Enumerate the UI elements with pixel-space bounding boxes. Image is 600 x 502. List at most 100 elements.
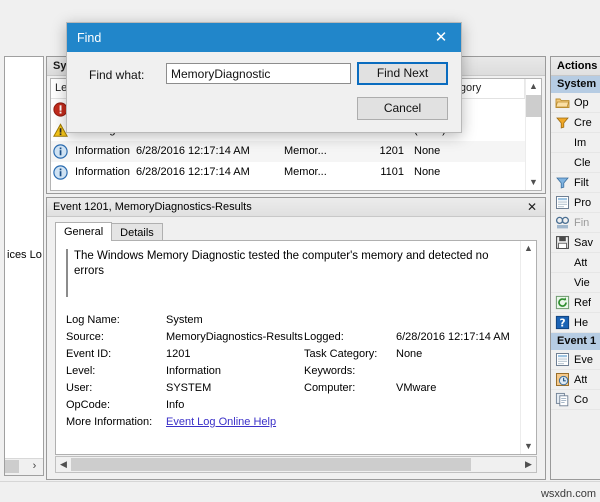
property-row: More Information: Event Log Online Help <box>66 413 510 430</box>
event-list-scrollbar-thumb[interactable] <box>526 95 541 117</box>
event-properties-grid: Log Name: System Source: MemoryDiagnosti… <box>66 311 512 430</box>
chevron-left-icon[interactable]: ◀ <box>56 457 71 472</box>
tree-horizontal-scrollbar[interactable]: › <box>5 458 43 475</box>
label-log-name: Log Name: <box>66 311 166 328</box>
cell-event-id: 1201 <box>358 141 410 162</box>
event-detail-panel: Event 1201, MemoryDiagnostics-Results ✕ … <box>46 197 546 480</box>
action-copy[interactable]: Co <box>551 390 600 410</box>
watermark: wsxdn.com <box>541 488 596 500</box>
tree-item-applications-and-services-logs[interactable]: ices Lo <box>7 249 42 261</box>
funnel-icon <box>555 175 570 190</box>
action-label: Im <box>574 137 586 149</box>
action-import-custom-view[interactable]: Im <box>551 133 600 153</box>
label-user: User: <box>66 379 166 396</box>
chevron-down-icon[interactable]: ▼ <box>526 175 541 190</box>
action-label: Eve <box>574 354 593 366</box>
value-logged: 6/28/2016 12:17:14 AM <box>396 328 510 345</box>
status-bar <box>0 481 600 502</box>
label-opcode: OpCode: <box>66 396 166 413</box>
event-detail-scrollbar-thumb[interactable] <box>71 458 471 471</box>
navigation-tree-pane[interactable]: ices Lo › <box>4 56 44 476</box>
information-icon <box>53 165 68 180</box>
value-computer: VMware <box>396 379 510 396</box>
actions-group-event: Event 1 <box>551 333 600 350</box>
action-label: Op <box>574 97 589 109</box>
chevron-right-icon[interactable]: ▶ <box>521 457 536 472</box>
label-more-information: More Information: <box>66 413 166 430</box>
cell-task: None <box>410 141 528 162</box>
find-dialog: Find ✕ Find what: Find Next Cancel <box>66 22 462 133</box>
table-row[interactable]: Information 6/28/2016 12:17:14 AM Memor.… <box>51 162 541 183</box>
close-icon[interactable]: ✕ <box>421 23 461 52</box>
app-root: ices Lo › Syst Lev Date and Time Source … <box>0 0 600 502</box>
copy-icon <box>555 392 570 407</box>
value-blank-0 <box>396 311 510 328</box>
tab-general[interactable]: General <box>55 222 112 241</box>
action-label: Co <box>574 394 588 406</box>
event-log-online-help-link[interactable]: Event Log Online Help <box>166 416 276 428</box>
label-logged: Logged: <box>304 328 396 345</box>
event-detail-title: Event 1201, MemoryDiagnostics-Results <box>53 198 252 216</box>
find-what-input[interactable] <box>166 63 351 84</box>
action-attach-task-to-log[interactable]: Att <box>551 253 600 273</box>
properties-icon <box>555 352 570 367</box>
label-computer: Computer: <box>304 379 396 396</box>
cell-level: Information <box>71 162 132 183</box>
property-row: Event ID: 1201 Task Category: None <box>66 345 510 362</box>
svg-text:?: ? <box>559 317 565 329</box>
action-refresh[interactable]: Ref <box>551 293 600 313</box>
property-row: OpCode: Info <box>66 396 510 413</box>
open-folder-icon <box>555 95 570 110</box>
action-event-properties[interactable]: Eve <box>551 350 600 370</box>
event-list-vertical-scrollbar[interactable]: ▲ ▼ <box>525 79 541 190</box>
action-label: Att <box>574 257 587 269</box>
actions-pane-caption: Actions <box>551 57 600 76</box>
link-cell[interactable]: Event Log Online Help <box>166 413 510 430</box>
find-dialog-title-bar: Find ✕ <box>67 23 461 52</box>
action-filter-current-log[interactable]: Filt <box>551 173 600 193</box>
action-label: Ref <box>574 297 591 309</box>
cell-date: 6/28/2016 12:17:14 AM <box>132 141 280 162</box>
action-find[interactable]: Fin <box>551 213 600 233</box>
chevron-right-icon[interactable]: › <box>27 459 42 474</box>
cell-task: None <box>410 162 528 183</box>
find-icon <box>555 215 570 230</box>
chevron-down-icon[interactable]: ▼ <box>521 439 536 454</box>
event-detail-horizontal-scrollbar[interactable]: ◀ ▶ <box>55 456 537 473</box>
action-label: Vie <box>574 277 590 289</box>
value-blank-1 <box>396 396 510 413</box>
action-help[interactable]: ? He <box>551 313 600 333</box>
cell-date: 6/28/2016 12:17:14 AM <box>132 162 280 183</box>
property-row: Source: MemoryDiagnostics-Results Logged… <box>66 328 510 345</box>
tree-scrollbar-thumb[interactable] <box>5 460 19 473</box>
property-row: Level: Information Keywords: <box>66 362 510 379</box>
chevron-up-icon[interactable]: ▲ <box>526 79 541 94</box>
tab-details[interactable]: Details <box>111 223 163 241</box>
save-icon <box>555 235 570 250</box>
information-icon <box>53 144 68 159</box>
value-user: SYSTEM <box>166 379 304 396</box>
event-detail-vertical-scrollbar[interactable]: ▲ ▼ <box>520 241 536 454</box>
action-clear-log[interactable]: Cle <box>551 153 600 173</box>
find-dialog-title: Find <box>67 31 101 45</box>
cancel-button[interactable]: Cancel <box>357 97 448 120</box>
chevron-up-icon[interactable]: ▲ <box>521 241 536 256</box>
value-source: MemoryDiagnostics-Results <box>166 328 304 345</box>
action-open-saved-log[interactable]: Op <box>551 93 600 113</box>
action-label: Pro <box>574 197 591 209</box>
action-properties[interactable]: Pro <box>551 193 600 213</box>
action-create-custom-view[interactable]: Cre <box>551 113 600 133</box>
cell-source: Memor... <box>280 141 358 162</box>
action-view[interactable]: Vie <box>551 273 600 293</box>
properties-icon <box>555 195 570 210</box>
table-row[interactable]: Information 6/28/2016 12:17:14 AM Memor.… <box>51 141 541 162</box>
value-task-category: None <box>396 345 510 362</box>
label-blank-1 <box>304 396 396 413</box>
action-save-all-events-as[interactable]: Sav <box>551 233 600 253</box>
find-next-button[interactable]: Find Next <box>357 62 448 85</box>
event-detail-tabs[interactable]: General Details <box>55 222 162 241</box>
action-label: Att <box>574 374 587 386</box>
action-attach-task-to-event[interactable]: Att <box>551 370 600 390</box>
close-icon[interactable]: ✕ <box>525 198 539 216</box>
actions-pane: Actions System Op Cre Im Cle Fil <box>550 56 600 480</box>
